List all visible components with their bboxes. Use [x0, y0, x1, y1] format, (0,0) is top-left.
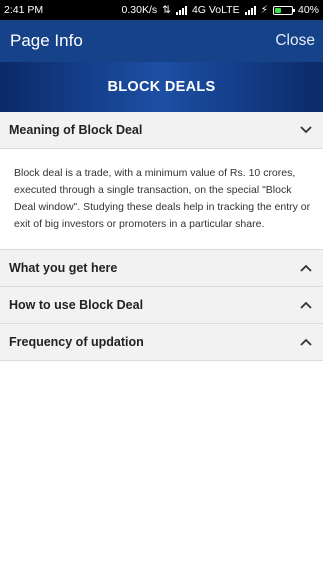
status-bar: 2:41 PM 0.30K/s ⇅ 4G VoLTE ⚡ 40% — [0, 0, 323, 20]
data-sync-icon: ⇅ — [162, 4, 171, 16]
section-header-meaning[interactable]: Meaning of Block Deal — [0, 112, 323, 149]
section-title: What you get here — [9, 261, 118, 275]
section-title: Frequency of updation — [9, 335, 144, 349]
chevron-up-icon — [299, 300, 313, 310]
signal-icon — [175, 5, 187, 15]
status-right: 0.30K/s ⇅ 4G VoLTE ⚡ 40% — [122, 4, 319, 16]
page-title: Page Info — [10, 31, 83, 50]
close-button[interactable]: Close — [275, 32, 315, 50]
network-speed: 0.30K/s — [121, 4, 158, 16]
banner-title: BLOCK DEALS — [107, 79, 216, 95]
section-body-text: Block deal is a trade, with a minimum va… — [14, 167, 311, 230]
network-type: 4G VoLTE — [191, 4, 240, 16]
signal-icon-2 — [244, 5, 256, 15]
section-header-how-to-use[interactable]: How to use Block Deal — [0, 287, 323, 324]
battery-percent: 40% — [297, 4, 319, 16]
chevron-up-icon — [299, 263, 313, 273]
section-header-frequency[interactable]: Frequency of updation — [0, 324, 323, 361]
accordion: Meaning of Block Deal Block deal is a tr… — [0, 112, 323, 361]
charging-icon: ⚡ — [260, 4, 268, 16]
section-title: Meaning of Block Deal — [9, 123, 143, 137]
section-banner: BLOCK DEALS — [0, 62, 323, 112]
battery-icon — [272, 5, 295, 15]
chevron-down-icon — [299, 125, 313, 135]
app-bar: Page Info Close — [0, 20, 323, 62]
section-header-what-you-get[interactable]: What you get here — [0, 250, 323, 287]
section-body-meaning: Block deal is a trade, with a minimum va… — [0, 149, 323, 250]
section-title: How to use Block Deal — [9, 298, 144, 312]
status-time: 2:41 PM — [4, 4, 44, 16]
chevron-up-icon — [299, 337, 313, 347]
